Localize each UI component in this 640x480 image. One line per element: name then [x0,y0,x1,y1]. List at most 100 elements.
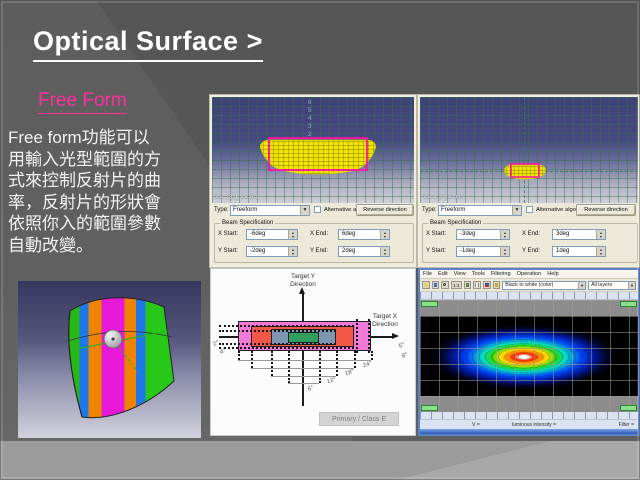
window-bottom-edge [420,429,638,434]
cursor-status: X= 4.3 Y= 9.0 [423,194,463,201]
cad-viewport-right[interactable]: X= 4.3 Y= 9.0 [420,97,638,203]
dotted-drop [271,351,273,376]
body-line: 式來控制反射片的曲 [8,170,212,192]
one-to-one-icon[interactable]: 1:1 [451,281,462,289]
alt-algorithm-checkbox[interactable] [526,206,533,213]
cad-viewport-left[interactable]: 6 5 4 3 2 X=-13.1 Y=-6.9 [212,97,414,203]
corner-tab[interactable] [421,405,438,411]
target-beam-diagram: Target Y Direction Target X Direction [210,268,416,436]
angle-label-12: 12° [326,377,336,386]
open-icon[interactable] [422,281,430,289]
primary-class-button[interactable]: Primary / Class E [319,412,399,426]
status-bar: V = luminous intensity = Filter = [420,420,638,429]
type-label: Type: [214,207,229,213]
reflector-mesh-wide [258,137,378,177]
layers-select[interactable]: All layers▼ [588,281,636,290]
type-dropdown[interactable]: Freeform ▼ [230,205,310,216]
body-line: 率，反射片的形狀會 [8,192,212,214]
chevron-down-icon[interactable]: ▼ [578,282,585,289]
dotted-guide [219,347,354,349]
menu-help[interactable]: Help [547,271,559,278]
x-end-label: X End: [522,231,540,237]
chevron-down-icon[interactable]: ▼ [512,206,521,215]
dotted-drop [288,351,290,383]
dotted-drop [238,351,240,360]
reverse-direction-button[interactable]: Reverse direction [576,204,636,216]
menu-filtering[interactable]: Filtering [491,271,511,278]
angle-label-24: 24° [362,361,372,370]
y-end-input[interactable]: 2deg ▲▼ [338,246,390,257]
cursor-status: X=-13.1 Y=-6.9 [215,194,259,201]
y-start-input[interactable]: -2deg ▲▼ [246,246,298,257]
angle-label-18: 18° [344,369,354,378]
spinner-icon[interactable]: ▲▼ [500,247,509,256]
y-end-input[interactable]: 1deg ▲▼ [552,246,606,257]
freeform-tag: Free Form [38,90,127,114]
x-start-label: X Start: [218,231,238,237]
corner-tab[interactable] [620,405,637,411]
dotted-guide [219,330,336,332]
menu-bar: File Edit View Tools Filtering Operation… [420,270,638,279]
dimension-line-12 [271,376,336,377]
x-start-input[interactable]: -3deg ▲▼ [456,229,510,240]
corner-tab[interactable] [620,301,637,307]
ruler-top [420,292,638,300]
chart-icon[interactable] [483,281,491,289]
dotted-guide [219,325,354,327]
dotted-drop [371,351,373,360]
type-label: Type: [422,207,437,213]
colormap-icon[interactable] [464,281,472,289]
spinner-icon[interactable]: ▲▼ [380,230,389,239]
y-start-input[interactable]: -1deg ▲▼ [456,246,510,257]
dimension-line-6 [288,383,319,384]
colormap-select[interactable]: Black to white (color)▼ [502,281,586,290]
alt-algorithm-checkbox[interactable] [314,206,321,213]
beam-spec-title: Beam Specification [220,220,275,226]
dotted-guide [368,319,370,353]
body-line: Free form功能可以 [8,127,212,149]
y-start-label: Y Start: [426,248,446,254]
spinner-icon[interactable]: ▲▼ [500,230,509,239]
beam-form-right: Type: Freeform ▼ Alternative algorithm (… [420,203,638,265]
menu-operation[interactable]: Operation [517,271,542,278]
intensity-plot[interactable] [420,300,638,412]
spinner-icon[interactable]: ▲▼ [288,247,297,256]
grid-icon[interactable] [473,281,481,289]
corner-tab[interactable] [421,301,438,307]
x-end-input[interactable]: 3deg ▲▼ [552,229,606,240]
reverse-direction-button[interactable]: Reverse direction [356,204,414,216]
status-center: luminous intensity = [512,422,556,428]
save-icon[interactable] [432,281,440,289]
plot-grid [420,300,638,412]
x-start-input[interactable]: -6deg ▲▼ [246,229,298,240]
info-icon[interactable] [493,281,501,289]
chevron-down-icon[interactable]: ▼ [628,282,635,289]
ruler-bottom [420,412,638,420]
photometry-window: File Edit View Tools Filtering Operation… [418,268,640,436]
cad-panel-left: 6 5 4 3 2 X=-13.1 Y=-6.9 Type: [210,95,416,267]
menu-tools[interactable]: Tools [472,271,485,278]
reflector-mesh-small [502,163,548,181]
status-filter: Filter = [619,422,634,428]
dimension-line-24 [238,360,371,361]
zoom-icon[interactable] [441,281,449,289]
dotted-drop [319,351,321,383]
spinner-icon[interactable]: ▲▼ [596,230,605,239]
x-start-label: X Start: [426,231,446,237]
x-end-input[interactable]: 6deg ▲▼ [338,229,390,240]
body-line: 依照你入的範圍參數 [8,213,212,235]
chevron-down-icon[interactable]: ▼ [300,206,309,215]
menu-edit[interactable]: Edit [438,271,448,278]
type-dropdown[interactable]: Freeform ▼ [438,205,522,216]
menu-view[interactable]: View [454,271,466,278]
bottom-band [0,441,640,480]
y-axis-arrow-icon [299,287,305,294]
menu-file[interactable]: File [423,271,432,278]
spinner-icon[interactable]: ▲▼ [596,247,605,256]
freeform-surface-graphic [18,281,201,438]
spinner-icon[interactable]: ▲▼ [380,247,389,256]
beam-spec-title: Beam Specification [428,220,483,226]
spinner-icon[interactable]: ▲▼ [288,230,297,239]
body-text: Free form功能可以 用輸入光型範圍的方 式來控制反射片的曲 率，反射片的… [8,127,212,256]
angle-label-left-4: 4° [219,348,226,355]
